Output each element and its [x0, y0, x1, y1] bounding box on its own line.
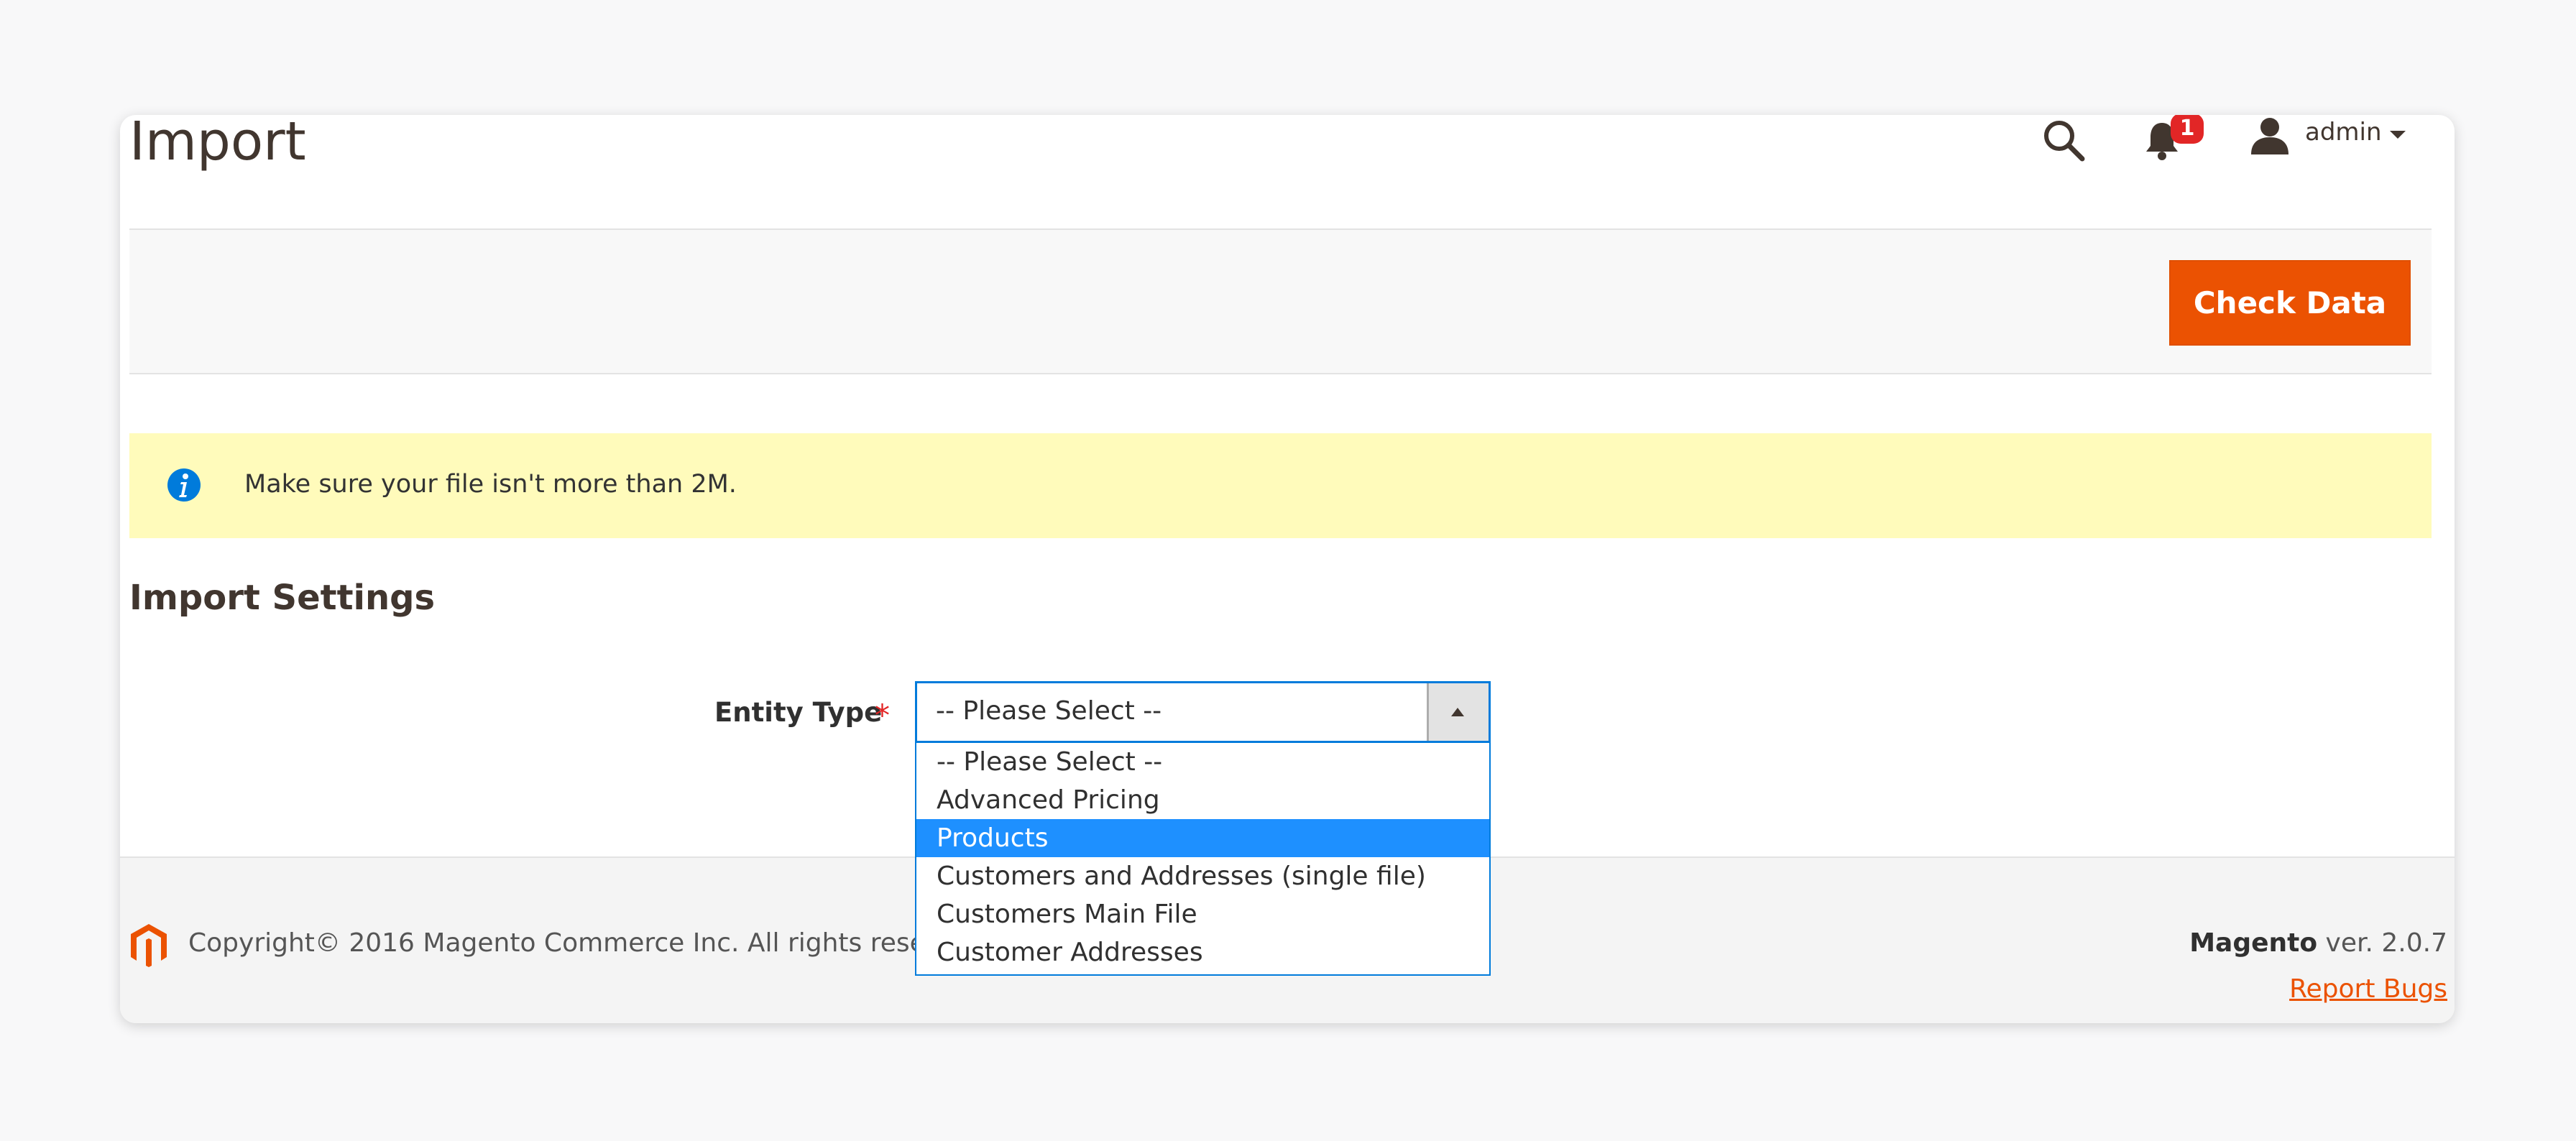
brand-name: Magento	[2189, 928, 2318, 958]
entity-type-current-value: -- Please Select --	[936, 696, 1162, 726]
import-page: Import 1 admin Check Data Make sure your…	[120, 115, 2455, 1023]
info-icon	[167, 468, 201, 502]
select-toggle-button[interactable]	[1427, 683, 1489, 741]
dropdown-option[interactable]: Customers Main File	[916, 895, 1489, 933]
search-icon[interactable]	[2041, 117, 2087, 163]
user-menu-name[interactable]: admin	[2305, 118, 2382, 147]
required-indicator: *	[875, 698, 890, 733]
report-bugs-link[interactable]: Report Bugs	[2289, 974, 2447, 1004]
user-icon[interactable]	[2248, 116, 2291, 154]
notice-text: Make sure your file isn't more than 2M.	[244, 470, 737, 499]
page-title: Import	[129, 115, 306, 172]
copyright-text: Copyright© 2016 Magento Commerce Inc. Al…	[188, 928, 993, 958]
import-settings-title: Import Settings	[129, 578, 436, 618]
version-info: Magento ver. 2.0.7	[2189, 928, 2447, 958]
chevron-down-icon[interactable]	[2390, 131, 2406, 139]
check-data-button[interactable]: Check Data	[2169, 260, 2411, 346]
file-size-notice: Make sure your file isn't more than 2M.	[129, 433, 2432, 538]
page-actions-bar: Check Data	[129, 228, 2432, 374]
dropdown-option[interactable]: Advanced Pricing	[916, 781, 1489, 819]
notification-badge[interactable]: 1	[2171, 115, 2204, 144]
entity-type-dropdown[interactable]: -- Please Select -- Advanced Pricing Pro…	[915, 743, 1491, 976]
entity-type-select[interactable]: -- Please Select --	[915, 681, 1491, 743]
dropdown-option[interactable]: Products	[916, 819, 1489, 857]
chevron-up-icon	[1451, 708, 1464, 716]
dropdown-option[interactable]: Customers and Addresses (single file)	[916, 857, 1489, 895]
magento-logo-icon	[131, 924, 167, 967]
dropdown-option[interactable]: Customer Addresses	[916, 933, 1489, 971]
entity-type-label: Entity Type	[714, 697, 883, 728]
version-number: ver. 2.0.7	[2317, 928, 2447, 958]
dropdown-option[interactable]: -- Please Select --	[916, 743, 1489, 781]
